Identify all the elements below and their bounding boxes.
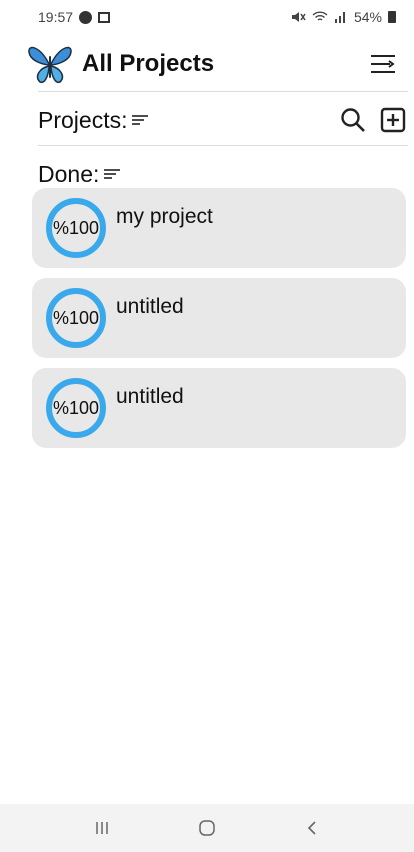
progress-percent: %100 <box>52 307 100 328</box>
home-icon[interactable] <box>187 813 227 843</box>
search-icon[interactable] <box>338 105 368 135</box>
sort-icon[interactable] <box>103 167 121 181</box>
done-row: Done: <box>38 158 121 190</box>
progress-ring: %100 <box>46 378 106 438</box>
progress-percent: %100 <box>52 217 100 238</box>
signal-icon <box>334 12 345 23</box>
sort-icon[interactable] <box>131 113 149 127</box>
divider <box>38 145 408 146</box>
projects-row: Projects: <box>38 98 408 142</box>
notification-icon <box>79 10 93 24</box>
wifi-icon <box>312 11 328 21</box>
status-bar: 19:57 54% <box>0 0 414 34</box>
progress-percent: %100 <box>52 397 100 418</box>
page-title: All Projects <box>82 50 215 77</box>
mute-icon <box>291 12 306 22</box>
divider <box>38 91 408 92</box>
status-time: 19:57 <box>38 9 74 25</box>
project-card[interactable]: %100 my project <box>32 188 406 268</box>
project-title: untitled <box>116 295 184 318</box>
gallery-notification-icon <box>98 11 111 23</box>
progress-ring: %100 <box>46 198 106 258</box>
app-header: All Projects <box>0 36 414 92</box>
done-label: Done: <box>38 160 100 187</box>
menu-icon[interactable] <box>368 49 398 79</box>
project-card[interactable]: %100 untitled <box>32 368 406 448</box>
progress-ring: %100 <box>46 288 106 348</box>
project-card[interactable]: %100 untitled <box>32 278 406 358</box>
add-box-icon[interactable] <box>378 105 408 135</box>
status-left: 19:57 <box>38 9 111 25</box>
project-title: my project <box>116 205 213 228</box>
butterfly-logo-icon <box>28 46 72 84</box>
battery-percent: 54% <box>353 9 382 25</box>
projects-label: Projects: <box>38 106 128 133</box>
system-navigation-bar <box>0 804 414 852</box>
battery-icon <box>388 11 396 23</box>
recent-apps-icon[interactable] <box>82 813 122 843</box>
project-title: untitled <box>116 385 184 408</box>
back-icon[interactable] <box>292 813 332 843</box>
status-right: 54% <box>290 9 396 25</box>
